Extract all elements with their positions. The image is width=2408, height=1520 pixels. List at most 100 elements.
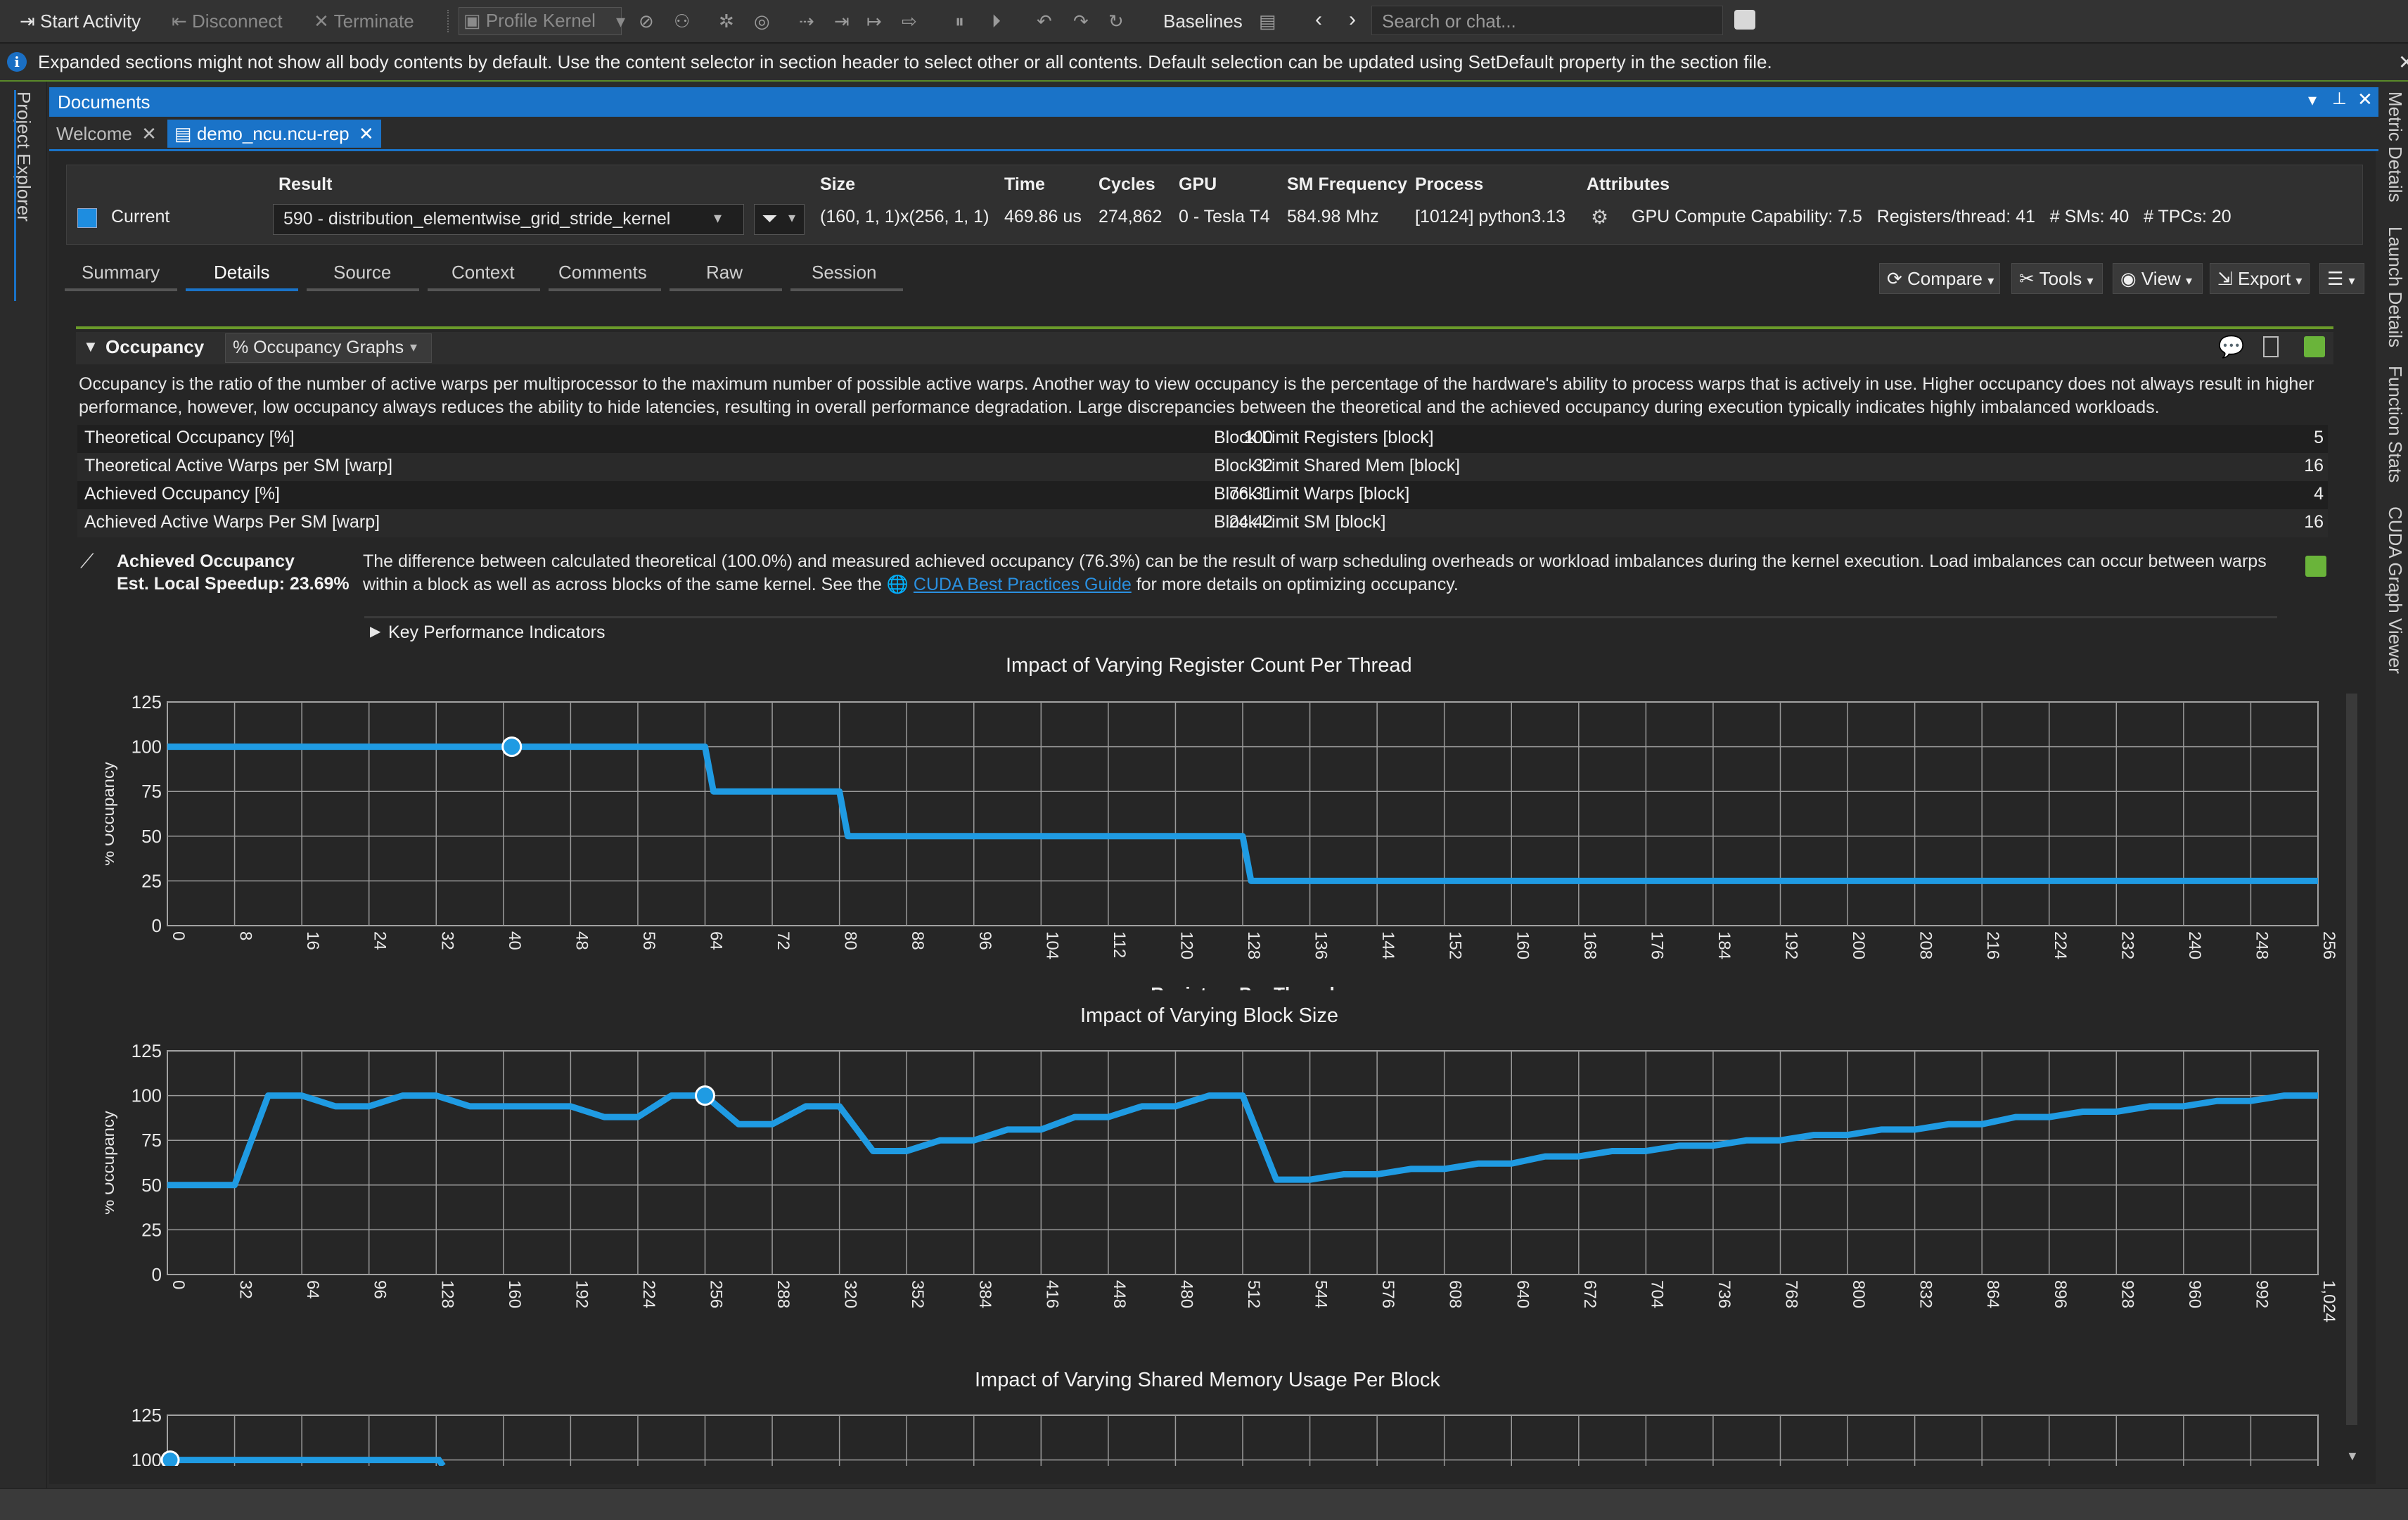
shared-memory-occupancy-chart: 100 125: [132, 1405, 2319, 1466]
x-tick-label: 832: [1916, 1280, 1935, 1308]
tab-welcome[interactable]: Welcome ✕: [49, 120, 164, 148]
x-tick-label: 64: [707, 931, 726, 950]
tab-details[interactable]: Details: [214, 262, 269, 283]
x-tick-label: 320: [841, 1280, 860, 1308]
tab-context[interactable]: Context: [452, 262, 515, 283]
refresh-icon[interactable]: ↻: [1108, 10, 1124, 32]
disconnect-button[interactable]: ⇤ Disconnect: [172, 8, 283, 34]
step-in-icon[interactable]: ⇢: [799, 10, 814, 32]
y-tick-label: 100: [132, 1085, 162, 1106]
tools-button[interactable]: ✂ Tools ▾: [2011, 263, 2103, 294]
menu-button[interactable]: ☰ ▾: [2319, 263, 2364, 294]
x-tick-label: 56: [639, 931, 658, 950]
start-activity-button[interactable]: ⇥ Start Activity: [20, 8, 141, 34]
cycles-column-header: Cycles: [1099, 174, 1155, 194]
x-tick-label: 24: [371, 931, 390, 950]
x-tick-label: 184: [1715, 931, 1734, 959]
gear-icon[interactable]: ⚙: [1591, 205, 1608, 229]
metric-details-tab[interactable]: Metric Details: [2384, 91, 2406, 202]
auto-profile-icon[interactable]: ⚇: [674, 10, 690, 32]
settings-icon[interactable]: ✲: [719, 10, 734, 32]
export-button[interactable]: ⇲ Export ▾: [2210, 263, 2310, 294]
baselines-list-icon[interactable]: ▤: [1259, 10, 1276, 32]
x-tick-label: 512: [1244, 1280, 1263, 1308]
undo-icon[interactable]: ↶: [1037, 10, 1052, 32]
tab-source[interactable]: Source: [333, 262, 391, 283]
step-out-icon[interactable]: ⇨: [902, 10, 917, 32]
rule-chat-icon[interactable]: [2305, 556, 2326, 577]
x-tick-label: 168: [1580, 931, 1599, 959]
record-icon[interactable]: ◎: [754, 10, 770, 32]
rule-speedup: Est. Local Speedup: 23.69%: [117, 574, 350, 594]
tab-demo-ncu-rep[interactable]: ▤ demo_ncu.ncu-rep ✕: [167, 120, 381, 148]
current-color-swatch: [77, 208, 97, 228]
view-button[interactable]: ◉ View ▾: [2113, 263, 2203, 294]
comment-icon[interactable]: 💬: [2218, 335, 2244, 359]
collapse-triangle-icon[interactable]: ▼: [83, 338, 98, 356]
x-tick-label: 32: [437, 931, 456, 950]
cancel-icon[interactable]: ⊘: [639, 10, 654, 32]
kpi-header[interactable]: ▶ Key Performance Indicators: [364, 616, 2277, 649]
x-tick-label: 40: [505, 931, 524, 950]
scrollbar-thumb[interactable]: [2346, 694, 2357, 1425]
current-label: Current: [111, 207, 170, 226]
filter-button[interactable]: ⏷ ▾: [754, 204, 805, 235]
pause-icon[interactable]: ⏸: [955, 10, 964, 32]
panel-menu-icon[interactable]: ▾: [2308, 90, 2317, 110]
toolbar-separator: [447, 10, 451, 32]
scroll-down-icon[interactable]: ▼: [2346, 1449, 2359, 1464]
x-tick-label: 416: [1042, 1280, 1061, 1308]
y-tick-label: 100: [132, 1450, 162, 1466]
y-tick-label: 75: [141, 781, 162, 802]
y-tick-label: 125: [132, 691, 162, 713]
function-stats-tab[interactable]: Function Stats: [2384, 366, 2406, 483]
export-icon: ⇲: [2217, 268, 2233, 289]
chat-icon[interactable]: [1734, 10, 1755, 30]
search-input[interactable]: Search or chat...: [1371, 6, 1723, 35]
tab-comments[interactable]: Comments: [558, 262, 647, 283]
x-tick-label: 232: [2118, 931, 2137, 959]
step-range-icon[interactable]: ↦: [866, 10, 882, 32]
tab-comments-underline: [549, 288, 661, 291]
process-value: [10124] python3.13: [1415, 207, 1566, 226]
profile-kernel-dropdown[interactable]: ▾: [616, 8, 625, 34]
y-tick-label: 100: [132, 736, 162, 758]
document-tabs: Welcome ✕ ▤ demo_ncu.ncu-rep ✕: [49, 117, 2378, 151]
resume-icon[interactable]: ⏵: [992, 10, 1001, 32]
tab-raw[interactable]: Raw: [706, 262, 743, 283]
terminate-button[interactable]: ✕ Terminate: [314, 8, 414, 34]
x-tick-label: 576: [1378, 1280, 1397, 1308]
tab-summary[interactable]: Summary: [82, 262, 160, 283]
best-practices-link[interactable]: CUDA Best Practices Guide: [914, 575, 1132, 594]
redo-icon[interactable]: ↷: [1073, 10, 1089, 32]
cuda-graph-viewer-tab[interactable]: CUDA Graph Viewer: [2384, 506, 2406, 674]
x-tick-label: 96: [975, 931, 994, 950]
forward-icon[interactable]: ›: [1349, 7, 1356, 32]
launch-details-tab[interactable]: Launch Details: [2384, 226, 2406, 347]
close-icon[interactable]: ✕: [359, 123, 374, 144]
tab-session[interactable]: Session: [812, 262, 877, 283]
chevron-down-icon: ▾: [1987, 274, 1994, 288]
close-icon[interactable]: ✕: [141, 123, 157, 144]
table-row: Achieved Active Warps Per SM [warp] 24.4…: [77, 509, 2328, 537]
vertical-scrollbar[interactable]: ▼: [2343, 328, 2360, 1481]
profile-kernel-button[interactable]: ▣ Profile Kernel: [459, 7, 622, 35]
close-icon[interactable]: ✕: [2398, 51, 2408, 74]
info-message: Expanded sections might not show all bod…: [38, 51, 1772, 72]
pin-icon[interactable]: ⊥: [2332, 89, 2347, 109]
compare-button[interactable]: ⟳ Compare ▾: [1879, 263, 2000, 294]
rule-title: Achieved Occupancy: [117, 551, 295, 571]
result-selector[interactable]: 590 - distribution_elementwise_grid_stri…: [273, 204, 744, 235]
calculator-icon[interactable]: [2263, 336, 2279, 357]
close-icon[interactable]: ✕: [2357, 89, 2373, 110]
x-tick-label: 768: [1782, 1280, 1801, 1308]
back-icon[interactable]: ‹: [1315, 7, 1322, 32]
x-tick-label: 160: [505, 1280, 524, 1308]
metrics-table: Theoretical Occupancy [%] 100 Block Limi…: [77, 425, 2328, 540]
x-tick-label: 96: [371, 1280, 390, 1299]
baselines-button[interactable]: Baselines: [1163, 8, 1243, 34]
step-over-icon[interactable]: ⇥: [834, 10, 850, 32]
tab-source-underline: [307, 288, 419, 291]
rule-chat-icon[interactable]: [2304, 336, 2325, 357]
content-selector[interactable]: % Occupancy Graphs ▾: [225, 333, 432, 363]
